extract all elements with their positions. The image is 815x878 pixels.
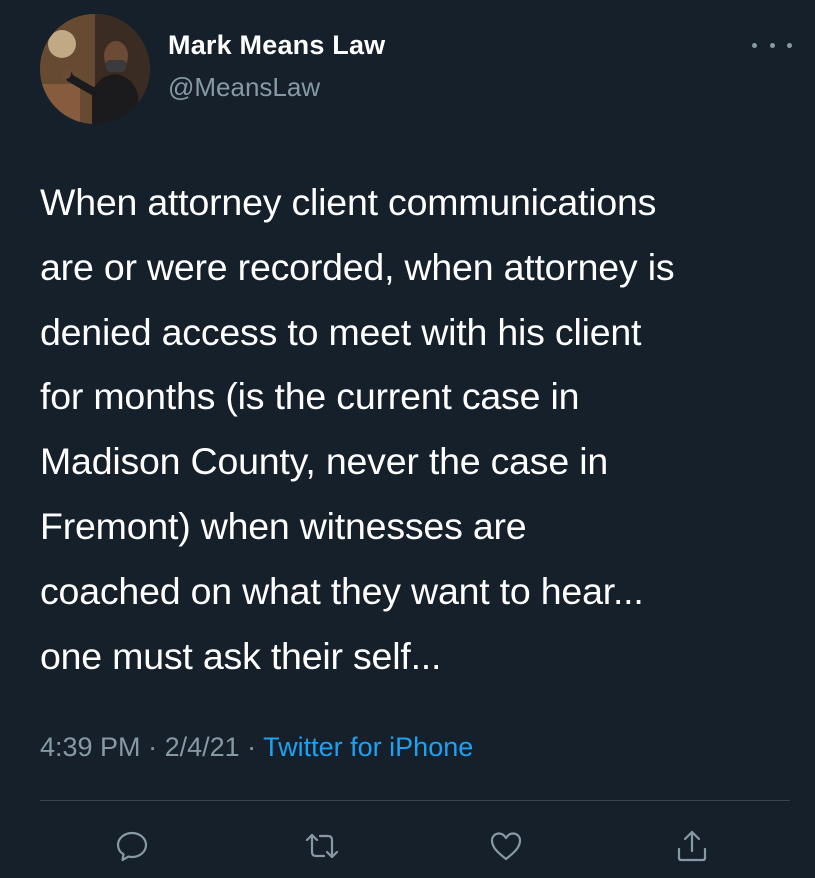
avatar-photo bbox=[40, 14, 150, 124]
reply-icon bbox=[116, 831, 148, 862]
more-horizontal-icon[interactable] bbox=[752, 38, 792, 52]
avatar[interactable] bbox=[40, 14, 150, 124]
retweet-button[interactable] bbox=[302, 826, 342, 866]
tweet-time: 4:39 PM bbox=[40, 732, 141, 762]
tweet-text: When attorney client communications are … bbox=[40, 181, 675, 677]
tweet-source-link[interactable]: Twitter for iPhone bbox=[263, 732, 473, 762]
dot bbox=[752, 42, 757, 48]
divider bbox=[40, 800, 790, 801]
heart-icon bbox=[490, 832, 522, 861]
dot bbox=[769, 42, 775, 48]
author-handle[interactable]: @MeansLaw bbox=[168, 72, 320, 103]
share-button[interactable] bbox=[672, 826, 712, 866]
share-icon bbox=[677, 830, 707, 862]
meta-separator: · bbox=[239, 732, 264, 762]
retweet-icon bbox=[305, 833, 339, 859]
tweet-card: Mark Means Law @MeansLaw When attorney c… bbox=[0, 0, 815, 878]
dot bbox=[787, 42, 792, 48]
reply-button[interactable] bbox=[112, 826, 152, 866]
tweet-date: 2/4/21 bbox=[164, 732, 240, 762]
meta-separator: · bbox=[140, 732, 165, 762]
author-name[interactable]: Mark Means Law bbox=[168, 30, 385, 61]
like-button[interactable] bbox=[486, 826, 526, 866]
tweet-meta: 4:39 PM · 2/4/21 · Twitter for iPhone bbox=[40, 732, 473, 763]
